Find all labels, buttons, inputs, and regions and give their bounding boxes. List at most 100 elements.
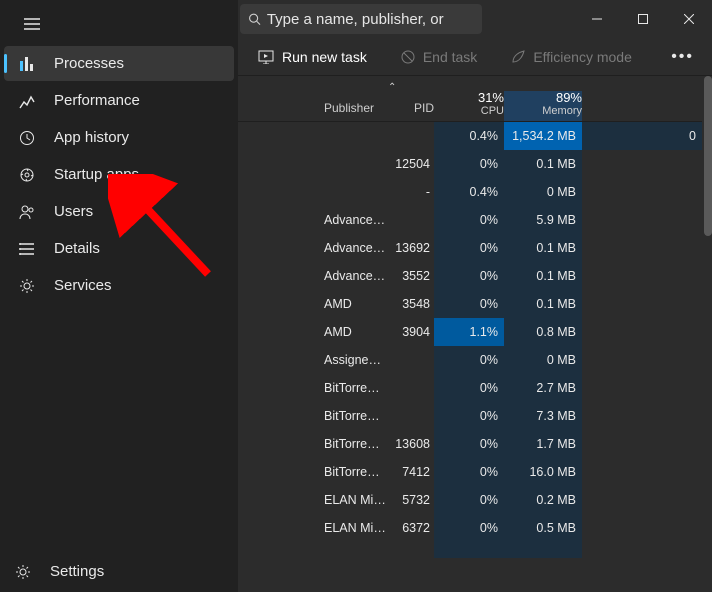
table-row[interactable]: Advanced Micro Device...35520%0.1 MB	[238, 262, 702, 290]
cell-pid: 12504	[386, 150, 434, 178]
sidebar-item-performance[interactable]: Performance	[4, 83, 234, 118]
cell-memory: 0.1 MB	[504, 234, 582, 262]
sidebar-item-details[interactable]: Details	[4, 231, 234, 266]
cell-memory: 7.3 MB	[504, 402, 582, 430]
sidebar-item-app-history[interactable]: App history	[4, 120, 234, 155]
cell-publisher: BitTorrent Inc.	[238, 458, 386, 486]
cell-cpu: 0%	[434, 458, 504, 486]
cell-cpu: 0%	[434, 402, 504, 430]
column-publisher[interactable]: Publisher	[238, 101, 386, 121]
cell-cpu: 0%	[434, 206, 504, 234]
cell-cpu: 0%	[434, 262, 504, 290]
cell-extra	[582, 178, 702, 206]
cell-cpu: 0%	[434, 374, 504, 402]
services-icon	[18, 278, 36, 294]
cell-publisher: Advanced Micro Device...	[238, 262, 386, 290]
cell-cpu: 0%	[434, 234, 504, 262]
cell-extra	[582, 374, 702, 402]
cell-pid: 3904	[386, 318, 434, 346]
efficiency-label: Efficiency mode	[533, 49, 632, 65]
search-box[interactable]	[240, 4, 482, 34]
cpu-usage-pct: 31%	[434, 91, 504, 105]
maximize-button[interactable]	[620, 0, 666, 38]
cell-pid: 6372	[386, 514, 434, 542]
table-row[interactable]: Advanced Micro Device...0%5.9 MB	[238, 206, 702, 234]
table-row[interactable]: 125040%0.1 MB	[238, 150, 702, 178]
run-new-task-button[interactable]: Run new task	[248, 43, 377, 71]
cell-extra	[582, 290, 702, 318]
column-memory[interactable]: 89% Memory	[504, 91, 582, 121]
cpu-label: CPU	[434, 105, 504, 117]
cell-pid	[386, 542, 434, 558]
startup-icon	[18, 167, 36, 183]
table-row[interactable]: AMD35480%0.1 MB	[238, 290, 702, 318]
table-row[interactable]	[238, 542, 702, 558]
minimize-button[interactable]	[574, 0, 620, 38]
cell-pid: 13608	[386, 430, 434, 458]
sidebar-item-services[interactable]: Services	[4, 268, 234, 303]
cell-memory: 0.2 MB	[504, 486, 582, 514]
table-row[interactable]: -0.4%0 MB	[238, 178, 702, 206]
mem-label: Memory	[504, 105, 582, 117]
cell-publisher: ELAN Microelectronics ...	[238, 486, 386, 514]
table-header: ⌃ Publisher PID 31% CPU 89% Memory	[238, 76, 702, 122]
more-button[interactable]: •••	[665, 42, 700, 72]
cell-extra	[582, 458, 702, 486]
cell-memory: 0.1 MB	[504, 290, 582, 318]
table-row[interactable]: BitTorrent Inc.136080%1.7 MB	[238, 430, 702, 458]
sidebar-item-label: Startup apps	[54, 166, 139, 183]
cell-cpu: 1.1%	[434, 318, 504, 346]
cell-cpu: 0%	[434, 430, 504, 458]
sidebar-item-startup-apps[interactable]: Startup apps	[4, 157, 234, 192]
cell-pid: -	[386, 178, 434, 206]
table-row[interactable]: BitTorrent Inc.74120%16.0 MB	[238, 458, 702, 486]
table-row[interactable]: BitTorrent Inc. 0%7.3 MB	[238, 402, 702, 430]
cell-publisher	[238, 542, 386, 558]
table-row[interactable]: BitTorrent Inc. 0%2.7 MB	[238, 374, 702, 402]
cell-memory	[504, 542, 582, 558]
run-task-icon	[258, 50, 274, 64]
scrollbar-thumb[interactable]	[704, 76, 712, 236]
column-cpu[interactable]: 31% CPU	[434, 91, 504, 121]
cell-publisher	[238, 178, 386, 206]
column-pid[interactable]: PID	[386, 101, 434, 121]
hamburger-menu[interactable]	[14, 6, 50, 42]
cell-memory: 0.5 MB	[504, 514, 582, 542]
table-row[interactable]: ELAN Microelectronics ...57320%0.2 MB	[238, 486, 702, 514]
cell-publisher: BitTorrent Inc.	[238, 402, 386, 430]
sidebar: Processes Performance App history Startu…	[0, 0, 238, 592]
cell-publisher: BitTorrent Inc.	[238, 374, 386, 402]
end-task-label: End task	[423, 49, 477, 65]
sidebar-item-processes[interactable]: Processes	[4, 46, 234, 81]
cell-publisher: Advanced Micro Device...	[238, 206, 386, 234]
cell-memory: 0.1 MB	[504, 150, 582, 178]
cell-extra	[582, 542, 702, 558]
close-button[interactable]	[666, 0, 712, 38]
cell-memory: 2.7 MB	[504, 374, 582, 402]
details-icon	[18, 241, 36, 257]
cell-memory: 16.0 MB	[504, 458, 582, 486]
sidebar-item-label: Details	[54, 240, 100, 257]
cell-extra	[582, 318, 702, 346]
cell-cpu: 0%	[434, 346, 504, 374]
cell-extra	[582, 234, 702, 262]
table-row[interactable]: Advanced Micro Device...136920%0.1 MB	[238, 234, 702, 262]
table-row[interactable]: 0.4%1,534.2 MB0	[238, 122, 702, 150]
table-row[interactable]: ELAN Microelectronics ...63720%0.5 MB	[238, 514, 702, 542]
search-input[interactable]	[267, 11, 474, 28]
cell-pid	[386, 122, 434, 150]
process-table: ⌃ Publisher PID 31% CPU 89% Memory 0.4%1…	[238, 76, 702, 588]
cell-extra: 0	[582, 122, 702, 150]
cell-pid	[386, 402, 434, 430]
table-row[interactable]: Assigned by your organi...0%0 MB	[238, 346, 702, 374]
run-new-task-label: Run new task	[282, 49, 367, 65]
sidebar-item-settings[interactable]: Settings	[0, 551, 238, 592]
sidebar-item-label: Services	[54, 277, 112, 294]
sidebar-item-label: Processes	[54, 55, 124, 72]
sidebar-item-users[interactable]: Users	[4, 194, 234, 229]
vertical-scrollbar[interactable]	[704, 76, 712, 588]
cell-extra	[582, 346, 702, 374]
processes-icon	[18, 56, 36, 72]
table-row[interactable]: AMD39041.1%0.8 MB	[238, 318, 702, 346]
end-task-button: End task	[391, 43, 487, 71]
